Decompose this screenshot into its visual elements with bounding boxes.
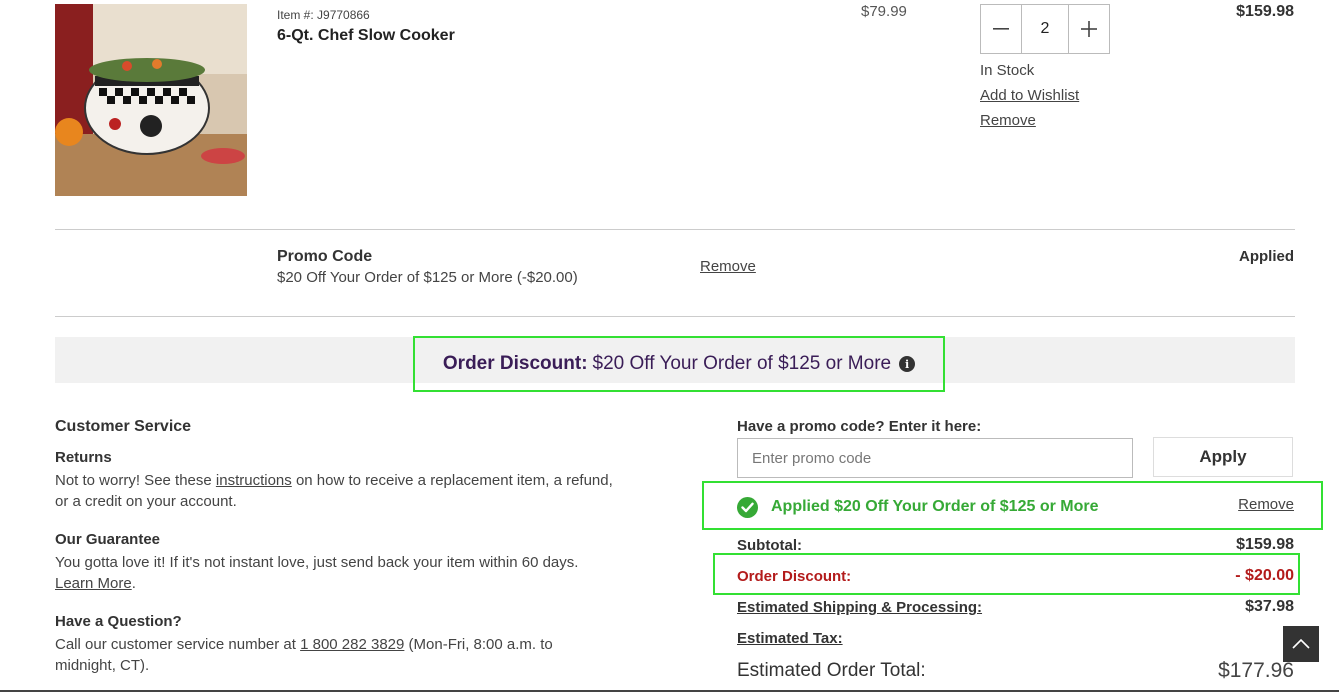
- product-name[interactable]: 6-Qt. Chef Slow Cooker: [277, 27, 455, 45]
- subtotal-label: Subtotal:: [737, 537, 802, 554]
- info-icon[interactable]: i: [899, 356, 916, 372]
- order-total-value: $177.96: [1218, 659, 1294, 682]
- promo-remove-link[interactable]: Remove: [700, 258, 756, 275]
- item-number: Item #: J9770866: [277, 8, 370, 22]
- apply-button[interactable]: Apply: [1153, 437, 1293, 477]
- chevron-up-icon: [1292, 639, 1310, 649]
- promo-status: Applied: [1239, 248, 1294, 265]
- shipping-value: $37.98: [1245, 598, 1294, 615]
- order-discount-label: Order Discount:: [442, 353, 588, 374]
- promo-code-prompt: Have a promo code? Enter it here:: [737, 418, 982, 435]
- shipping-label[interactable]: Estimated Shipping & Processing:: [737, 599, 982, 616]
- decrease-quantity-button[interactable]: [981, 5, 1021, 53]
- returns-heading: Returns: [55, 449, 112, 466]
- returns-text-start: Not to worry! See these: [55, 472, 216, 489]
- order-discount-summary-value: - $20.00: [1235, 567, 1294, 584]
- product-image[interactable]: [55, 4, 247, 196]
- instructions-link[interactable]: instructions: [216, 472, 292, 489]
- plus-icon: [1081, 21, 1097, 37]
- learn-more-link[interactable]: Learn More: [55, 575, 132, 592]
- promo-code-label: Promo Code: [277, 248, 373, 265]
- check-circle-icon: [737, 497, 758, 518]
- increase-quantity-button[interactable]: [1069, 5, 1109, 53]
- minus-icon: [993, 28, 1009, 30]
- order-total-label: Estimated Order Total:: [737, 660, 926, 681]
- add-to-wishlist-link[interactable]: Add to Wishlist: [980, 87, 1079, 104]
- guarantee-heading: Our Guarantee: [55, 531, 161, 548]
- guarantee-text-end: .: [131, 575, 136, 592]
- applied-promo-message: Applied $20 Off Your Order of $125 or Mo…: [771, 498, 1099, 515]
- subtotal-value: $159.98: [1236, 536, 1294, 553]
- scroll-to-top-button[interactable]: [1283, 626, 1319, 662]
- stock-status: In Stock: [980, 62, 1035, 79]
- quantity-stepper: 2: [980, 4, 1110, 54]
- applied-promo-remove-link[interactable]: Remove: [1194, 496, 1294, 513]
- question-text: Call our customer service number at 1 80…: [55, 634, 595, 676]
- order-discount-text: $20 Off Your Order of $125 or More: [592, 353, 892, 374]
- customer-service-title: Customer Service: [55, 418, 192, 435]
- divider: [55, 229, 1295, 230]
- guarantee-text-body: You gotta love it! If it's not instant l…: [55, 554, 579, 571]
- divider: [55, 316, 1295, 317]
- phone-link[interactable]: 1 800 282 3829: [300, 636, 404, 653]
- guarantee-text: You gotta love it! If it's not instant l…: [55, 552, 615, 594]
- line-total: $159.98: [1236, 3, 1294, 20]
- tax-label[interactable]: Estimated Tax:: [737, 630, 843, 647]
- promo-code-input[interactable]: [737, 438, 1133, 478]
- unit-price: $79.99: [861, 3, 907, 20]
- quantity-value[interactable]: 2: [1021, 5, 1069, 53]
- returns-text: Not to worry! See these instructions on …: [55, 470, 615, 512]
- question-heading: Have a Question?: [55, 613, 182, 630]
- remove-item-link[interactable]: Remove: [980, 112, 1036, 129]
- order-discount-summary-label: Order Discount:: [737, 568, 852, 585]
- order-discount-highlight: Order Discount: $20 Off Your Order of $1…: [413, 336, 945, 392]
- question-text-start: Call our customer service number at: [55, 636, 301, 653]
- promo-code-description: $20 Off Your Order of $125 or More (-$20…: [277, 269, 578, 286]
